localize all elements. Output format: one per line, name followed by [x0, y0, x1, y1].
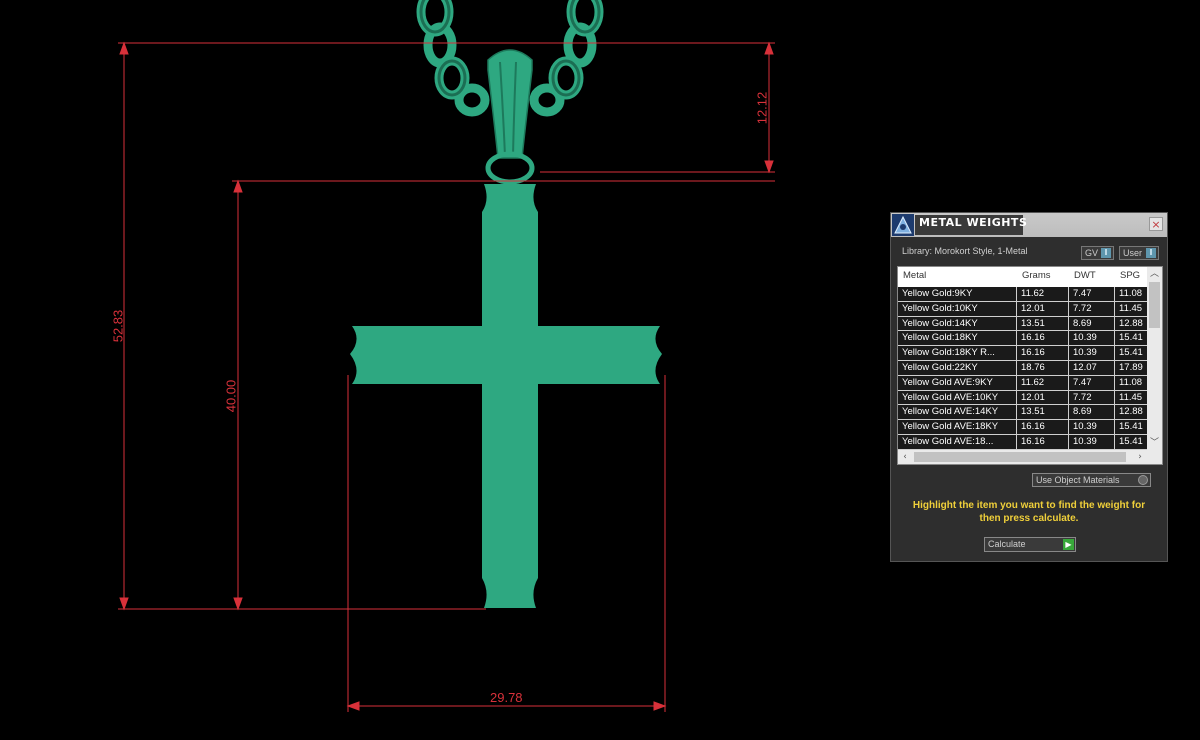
instruction-text: Highlight the item you want to find the …	[912, 500, 1146, 524]
cell-metal: Yellow Gold AVE:18...	[898, 434, 1017, 449]
horizontal-scrollbar[interactable]: ‹ ›	[898, 450, 1162, 464]
table-row[interactable]: Yellow Gold AVE:18... 16.16 10.39 15.41	[898, 434, 1148, 450]
table-row[interactable]: Yellow Gold:18KY R... 16.16 10.39 15.41	[898, 346, 1148, 361]
column-header-metal[interactable]: Metal	[903, 270, 926, 281]
app-logo-icon	[892, 214, 914, 236]
cell-grams: 16.16	[1017, 331, 1069, 346]
table-row[interactable]: Yellow Gold AVE:9KY 11.62 7.47 11.08	[898, 375, 1148, 391]
cell-grams: 16.16	[1017, 434, 1069, 449]
cell-metal: Yellow Gold:10KY	[898, 301, 1017, 316]
pendant-bail	[487, 49, 533, 159]
cell-grams: 18.76	[1017, 360, 1069, 375]
metal-weights-table[interactable]: Metal Grams DWT SPG Yellow Gold:9KY 11.62…	[897, 266, 1163, 465]
cell-metal: Yellow Gold:18KY	[898, 331, 1017, 346]
cell-metal: Yellow Gold AVE:10KY	[898, 390, 1017, 405]
gv-label: GV	[1085, 248, 1099, 258]
overall-height-label: 52.83	[110, 309, 126, 343]
cell-grams: 12.01	[1017, 301, 1069, 316]
cell-dwt: 10.39	[1069, 331, 1115, 346]
cross-pendant	[350, 184, 662, 608]
cell-dwt: 7.72	[1069, 390, 1115, 405]
calculate-label: Calculate	[988, 539, 1026, 549]
cell-grams: 11.62	[1017, 375, 1069, 390]
close-button[interactable]: ×	[1149, 217, 1163, 231]
cell-dwt: 10.39	[1069, 420, 1115, 435]
cell-dwt: 10.39	[1069, 434, 1115, 449]
cell-dwt: 7.47	[1069, 375, 1115, 390]
panel-title: METAL WEIGHTS	[919, 216, 1028, 229]
table-header: Metal Grams DWT SPG	[898, 267, 1148, 286]
cell-grams: 12.01	[1017, 390, 1069, 405]
cell-dwt: 7.47	[1069, 287, 1115, 301]
cell-dwt: 7.72	[1069, 301, 1115, 316]
table-row[interactable]: Yellow Gold:18KY 16.16 10.39 15.41	[898, 331, 1148, 347]
vertical-scrollbar[interactable]: ︿ ﹀	[1147, 267, 1162, 450]
table-row[interactable]: Yellow Gold AVE:10KY 12.01 7.72 11.45	[898, 390, 1148, 406]
cell-grams: 11.62	[1017, 287, 1069, 301]
scroll-left-icon[interactable]: ‹	[898, 450, 912, 464]
column-header-dwt[interactable]: DWT	[1074, 270, 1096, 281]
gv-dropdown[interactable]: GV ‖	[1081, 246, 1114, 260]
table-row[interactable]: Yellow Gold AVE:14KY 13.51 8.69 12.88	[898, 405, 1148, 421]
cell-dwt: 10.39	[1069, 346, 1115, 361]
cross-width-label: 29.78	[490, 690, 523, 705]
table-row[interactable]: Yellow Gold:14KY 13.51 8.69 12.88	[898, 316, 1148, 332]
cell-dwt: 8.69	[1069, 405, 1115, 420]
column-header-grams[interactable]: Grams	[1022, 270, 1051, 281]
cell-metal: Yellow Gold:18KY R...	[898, 346, 1017, 361]
table-row[interactable]: Yellow Gold:9KY 11.62 7.47 11.08	[898, 287, 1148, 302]
table-row[interactable]: Yellow Gold:10KY 12.01 7.72 11.45	[898, 301, 1148, 317]
cell-metal: Yellow Gold AVE:9KY	[898, 375, 1017, 390]
scroll-right-icon[interactable]: ›	[1133, 450, 1147, 464]
panel-titlebar[interactable]: METAL WEIGHTS ×	[891, 213, 1167, 237]
calculate-button[interactable]: Calculate ▶	[984, 537, 1076, 552]
table-body: Yellow Gold:9KY 11.62 7.47 11.08 Yellow Gold…	[898, 287, 1148, 450]
table-row[interactable]: Yellow Gold AVE:18KY 16.16 10.39 15.41	[898, 420, 1148, 435]
cell-metal: Yellow Gold:22KY	[898, 360, 1017, 375]
materials-label: Use Object Materials	[1036, 475, 1120, 485]
scroll-down-icon[interactable]: ﹀	[1147, 436, 1162, 450]
cell-grams: 16.16	[1017, 346, 1069, 361]
metal-weights-panel: METAL WEIGHTS × Library: Morokort Style,…	[890, 212, 1168, 562]
cell-grams: 16.16	[1017, 420, 1069, 435]
cell-dwt: 12.07	[1069, 360, 1115, 375]
dropdown-arrow-icon: ‖	[1101, 248, 1111, 258]
vertical-scroll-thumb[interactable]	[1149, 282, 1160, 328]
cell-metal: Yellow Gold:14KY	[898, 316, 1017, 331]
bail-height-label: 12.12	[754, 91, 770, 125]
user-dropdown[interactable]: User ‖	[1119, 246, 1159, 260]
cross-height-label: 40.00	[223, 379, 239, 413]
radio-icon	[1138, 475, 1148, 485]
play-icon: ▶	[1063, 539, 1074, 550]
cell-metal: Yellow Gold:9KY	[898, 287, 1017, 301]
cell-dwt: 8.69	[1069, 316, 1115, 331]
table-row[interactable]: Yellow Gold:22KY 18.76 12.07 17.89	[898, 360, 1148, 376]
dropdown-arrow-icon: ‖	[1146, 248, 1156, 258]
horizontal-scroll-thumb[interactable]	[914, 452, 1126, 462]
cell-grams: 13.51	[1017, 316, 1069, 331]
column-header-spg[interactable]: SPG	[1120, 270, 1140, 281]
use-object-materials-button[interactable]: Use Object Materials	[1032, 473, 1151, 487]
user-label: User	[1123, 248, 1143, 258]
library-label: Library: Morokort Style, 1-Metal	[902, 246, 1028, 256]
cell-metal: Yellow Gold AVE:14KY	[898, 405, 1017, 420]
cell-metal: Yellow Gold AVE:18KY	[898, 420, 1017, 435]
cell-grams: 13.51	[1017, 405, 1069, 420]
scroll-up-icon[interactable]: ︿	[1147, 267, 1162, 281]
